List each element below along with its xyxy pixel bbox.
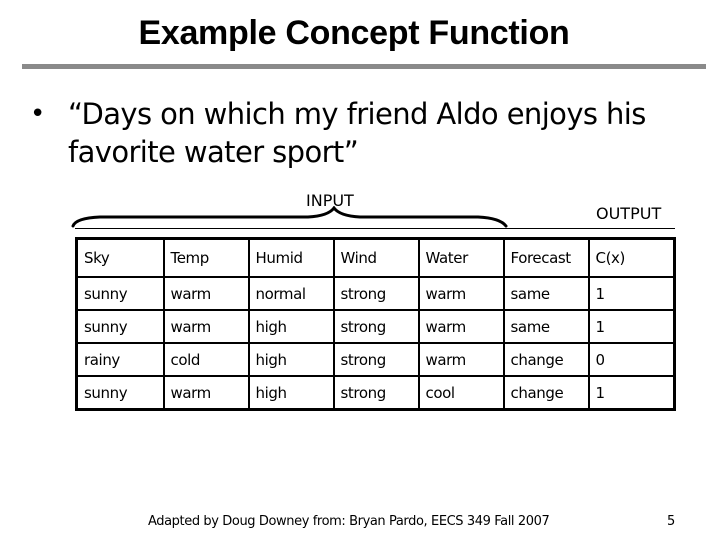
column-header: Wind [332,237,420,278]
column-header: Water [417,237,505,278]
table-cell: strong [332,276,420,311]
table-cell: warm [162,276,250,311]
column-header: Forecast [502,237,590,278]
table-cell: rainy [75,342,165,377]
table-cell: warm [162,375,250,411]
table-cell: strong [332,342,420,377]
column-header: Temp [162,237,250,278]
title-divider [22,64,706,69]
page-number: 5 [667,514,676,529]
bullet-icon: • [30,99,45,129]
slide-title: Example Concept Function [138,14,570,52]
table-row: sunny warm normal strong warm same 1 [75,276,676,311]
table-cell: same [502,309,590,344]
table-cell: sunny [75,276,165,311]
table-cell: warm [417,276,505,311]
table-cell: high [247,342,335,377]
column-header: Humid [247,237,335,278]
table-cell: 1 [587,276,676,311]
table-row: rainy cold high strong warm change 0 [75,342,676,377]
table-cell: 1 [587,375,676,411]
table-row: sunny warm high strong warm same 1 [75,309,676,344]
concept-table: Sky Temp Humid Wind Water Forecast C(x) sunny wa… [75,237,676,411]
output-label: OUTPUT [596,204,662,223]
table-cell: 0 [587,342,676,377]
table-cell: cool [417,375,505,411]
table-cell: strong [332,375,420,411]
divider-line [75,228,675,229]
table-cell: sunny [75,309,165,344]
table-cell: sunny [75,375,165,411]
table-cell: high [247,375,335,411]
table-cell: cold [162,342,250,377]
table-cell: change [502,342,590,377]
footer-credit: Adapted by Doug Downey from: Bryan Pardo… [148,514,550,529]
table-header-row: Sky Temp Humid Wind Water Forecast C(x) [75,237,676,278]
curly-brace-icon [71,206,508,228]
table-cell: change [502,375,590,411]
table-row: sunny warm high strong cool change 1 [75,375,676,411]
table-cell: same [502,276,590,311]
column-header: C(x) [587,237,676,278]
table-cell: high [247,309,335,344]
bullet-text: “Days on which my friend Aldo enjoys his… [68,97,646,169]
table-cell: warm [162,309,250,344]
table-cell: 1 [587,309,676,344]
column-header: Sky [75,237,165,278]
table-cell: normal [247,276,335,311]
table-cell: warm [417,309,505,344]
table-cell: strong [332,309,420,344]
table-cell: warm [417,342,505,377]
